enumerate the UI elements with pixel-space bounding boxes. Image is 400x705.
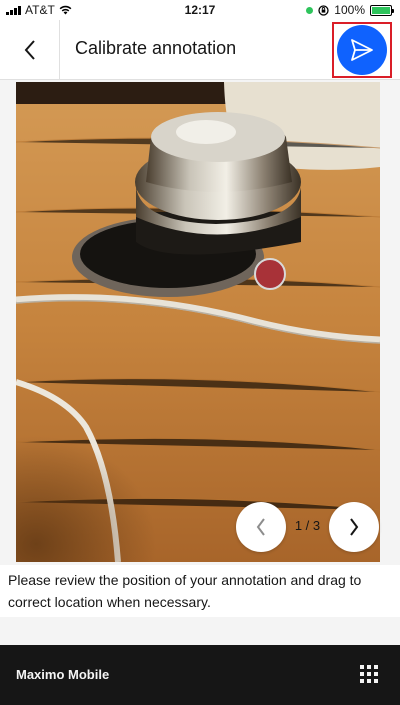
back-button[interactable] bbox=[0, 20, 60, 79]
spacer bbox=[0, 617, 400, 645]
app-header: Calibrate annotation bbox=[0, 20, 400, 80]
next-image-button[interactable] bbox=[329, 502, 379, 552]
battery-icon bbox=[370, 4, 394, 16]
send-button[interactable] bbox=[337, 25, 387, 75]
chevron-left-icon bbox=[256, 518, 265, 536]
app-grid-icon[interactable] bbox=[360, 665, 378, 683]
instruction-text: Please review the position of your annot… bbox=[0, 565, 400, 617]
page-indicator: 1 / 3 bbox=[294, 518, 321, 533]
status-bar: AT&T 12:17 100% bbox=[0, 0, 400, 20]
app-footer: Maximo Mobile bbox=[0, 645, 400, 705]
send-button-highlight bbox=[332, 22, 392, 78]
previous-image-button[interactable] bbox=[236, 502, 286, 552]
orientation-lock-icon bbox=[318, 4, 329, 16]
image-pager: 1 / 3 bbox=[236, 502, 379, 552]
photo-image bbox=[16, 82, 380, 562]
location-dot-icon bbox=[306, 6, 314, 14]
status-right: 100% bbox=[306, 3, 394, 17]
battery-label: 100% bbox=[334, 3, 365, 17]
page-title: Calibrate annotation bbox=[75, 38, 237, 58]
chevron-left-icon bbox=[24, 39, 35, 60]
annotation-marker[interactable] bbox=[254, 258, 286, 290]
send-icon bbox=[351, 39, 373, 61]
chevron-right-icon bbox=[350, 518, 359, 536]
app-name: Maximo Mobile bbox=[16, 667, 110, 682]
annotation-photo[interactable] bbox=[16, 82, 380, 562]
